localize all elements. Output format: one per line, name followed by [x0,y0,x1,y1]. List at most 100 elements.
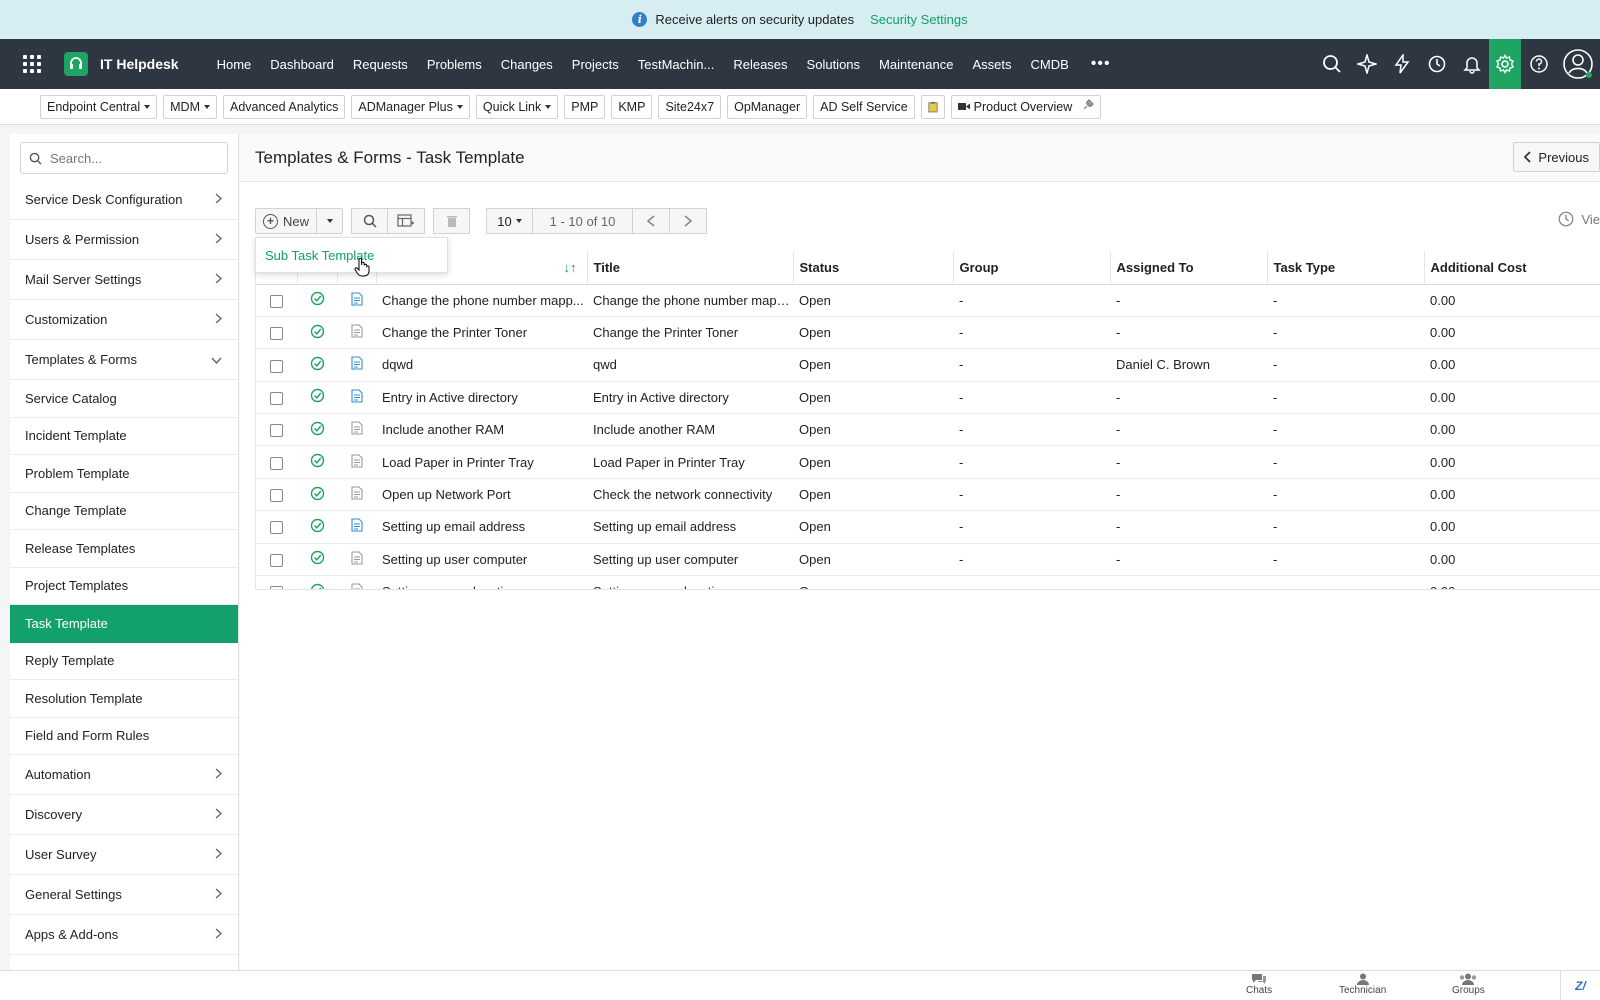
zia-assistant-icon[interactable]: Z/ [1560,971,1600,1000]
sidebar-item[interactable]: Resolution Template [10,680,238,718]
table-row[interactable]: Load Paper in Printer Tray Load Paper in … [256,445,1600,479]
per-page-select[interactable]: 10 [486,208,533,234]
table-row[interactable]: Setting up user locationSetting up user … [256,575,1600,589]
pin-icon[interactable] [1082,99,1095,114]
sidebar-section[interactable]: Automation [10,755,238,795]
quick-link-button[interactable]: MDM [163,94,217,119]
cell-name[interactable]: Setting up email address [376,510,587,544]
nav-item[interactable]: Problems [427,57,482,72]
column-header-status[interactable]: Status [793,251,954,285]
row-checkbox[interactable] [270,359,283,373]
nav-item[interactable]: Home [217,57,252,72]
quick-link-button[interactable]: OpManager [727,94,808,119]
notes-icon[interactable] [920,94,945,119]
cell-name[interactable]: Load Paper in Printer Tray [376,445,587,479]
table-row[interactable]: Include another RAM Include another RAM Op… [256,413,1600,447]
quick-link-button[interactable]: Advanced Analytics [222,94,346,119]
table-row[interactable]: Change the phone number mapp... Change th… [256,284,1600,317]
sidebar-section[interactable]: Service Desk Configuration [10,180,238,220]
quick-link-button[interactable]: KMP [611,94,653,119]
quick-link-button[interactable]: AD Self Service [813,94,915,119]
quick-link-button[interactable]: Quick Link [475,94,559,119]
sort-icon[interactable]: ↓↑ [564,260,577,275]
security-settings-link[interactable]: Security Settings [870,12,968,27]
row-checkbox[interactable] [270,424,283,438]
sidebar-section[interactable]: General Settings [10,875,238,915]
sidebar-item[interactable]: Field and Form Rules [10,718,238,755]
table-row[interactable]: dqwd qwd Open - Daniel C. Brown -0.00 [256,348,1600,382]
cell-name[interactable]: dqwd [376,348,587,382]
cell-name[interactable]: Change the Printer Toner [376,316,587,350]
column-header-additional-cost[interactable]: Additional Cost [1424,251,1600,285]
lightning-icon[interactable] [1384,39,1419,89]
groups-button[interactable]: Groups [1452,973,1485,996]
technician-button[interactable]: Technician [1339,973,1386,996]
sidebar-item[interactable]: Reply Template [10,643,238,680]
cell-name[interactable]: Setting up user computer [376,543,587,577]
sidebar-section[interactable]: Users & Permission [10,220,238,260]
nav-item[interactable]: Solutions [807,57,860,72]
user-avatar-icon[interactable] [1556,39,1600,89]
sidebar-section[interactable]: User Survey [10,835,238,875]
nav-item[interactable]: TestMachin... [638,57,715,72]
apps-grid-icon[interactable] [0,55,64,73]
history-icon[interactable] [1419,39,1454,89]
quick-link-button[interactable]: Product Overview [950,94,1102,119]
nav-item[interactable]: Projects [572,57,619,72]
row-checkbox[interactable] [270,521,283,535]
table-row[interactable]: Entry in Active directory Entry in Active… [256,381,1600,415]
help-icon[interactable] [1521,39,1556,89]
table-row[interactable]: Setting up email address Setting up email… [256,510,1600,544]
previous-button[interactable]: Previous [1513,142,1600,172]
nav-item[interactable]: Dashboard [270,57,334,72]
sidebar-section[interactable]: Discovery [10,795,238,835]
new-button[interactable]: + New [255,208,317,234]
search-toggle-button[interactable] [351,208,388,234]
sidebar-item[interactable]: Problem Template [10,455,238,493]
sidebar-section[interactable]: Apps & Add-ons [10,915,238,955]
delete-button[interactable] [433,208,470,234]
sidebar-section[interactable]: Templates & Forms [10,340,238,380]
nav-item[interactable]: Assets [972,57,1011,72]
sidebar-item[interactable]: Change Template [10,493,238,530]
sparkle-icon[interactable] [1349,39,1384,89]
sidebar-section[interactable]: Customization [10,300,238,340]
sidebar-item[interactable]: Task Template [10,605,238,643]
cell-name[interactable]: Open up Network Port [376,478,587,512]
sidebar-item[interactable]: Project Templates [10,568,238,605]
column-header-assigned-to[interactable]: Assigned To [1110,251,1268,285]
sidebar-item[interactable]: Incident Template [10,418,238,455]
row-checkbox[interactable] [270,327,283,341]
sidebar-section[interactable]: Mail Server Settings [10,260,238,300]
row-checkbox[interactable] [270,391,283,405]
row-checkbox[interactable] [270,553,283,567]
cell-name[interactable]: Change the phone number mapp... [376,284,587,317]
quick-link-button[interactable]: Site24x7 [658,94,722,119]
row-checkbox[interactable] [270,456,283,470]
nav-item[interactable]: Maintenance [879,57,953,72]
nav-item[interactable]: Releases [733,57,787,72]
row-checkbox[interactable] [270,294,283,308]
table-row[interactable]: Change the Printer Toner Change the Print… [256,316,1600,350]
view-history-link[interactable]: Vie [1557,210,1600,228]
column-header-title[interactable]: Title [587,251,794,285]
chats-button[interactable]: Chats [1246,973,1272,996]
previous-page-button[interactable] [633,208,670,234]
gear-icon[interactable] [1489,39,1521,89]
sidebar-item[interactable]: Release Templates [10,530,238,568]
row-checkbox[interactable] [270,586,283,589]
sidebar-search[interactable] [20,142,228,174]
column-chooser-button[interactable] [388,208,425,234]
column-header-task-type[interactable]: Task Type [1267,251,1425,285]
new-dropdown-button[interactable] [317,208,343,234]
cell-name[interactable]: Setting up user location [376,575,587,589]
nav-item[interactable]: Changes [501,57,553,72]
table-row[interactable]: Open up Network Port Check the network co… [256,478,1600,512]
cell-name[interactable]: Entry in Active directory [376,381,587,415]
cell-name[interactable]: Include another RAM [376,413,587,447]
sidebar-search-input[interactable] [50,150,210,166]
bell-icon[interactable] [1454,39,1489,89]
more-menu-icon[interactable]: ••• [1091,55,1111,73]
table-row[interactable]: Setting up user computer Setting up user … [256,543,1600,577]
quick-link-button[interactable]: ADManager Plus [351,94,470,119]
